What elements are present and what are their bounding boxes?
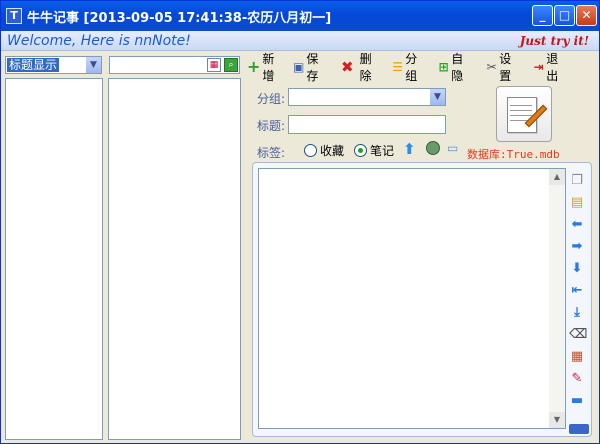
note-radio[interactable] [354, 144, 367, 157]
globe-icon[interactable] [426, 141, 440, 155]
exit-label: 退出 [546, 52, 559, 83]
search-go-icon[interactable]: ⌕ [224, 58, 238, 72]
upload-arrow-icon[interactable]: ⬆ [403, 140, 416, 158]
exit-icon: ⇥ [533, 60, 544, 74]
favorite-radio-label: 收藏 [320, 144, 345, 158]
plus-icon: + [247, 57, 261, 76]
auto-hide-button[interactable]: ⊞ 自隐 [438, 52, 468, 83]
notepad-logo-icon [496, 86, 552, 142]
note-editor-panel: ▲ ▼ ❐ ▤ ⬅ ➡ ⬇ ⇤ ⤓ ⌫ ▦ ✎ ▬ [252, 162, 592, 437]
settings-label: 设置 [499, 52, 512, 83]
scroll-down-icon[interactable]: ▼ [549, 412, 565, 428]
note-content-textarea[interactable]: ▲ ▼ [258, 168, 566, 429]
chevron-down-icon[interactable]: ▼ [429, 89, 445, 105]
auto-hide-label: 自隐 [451, 52, 464, 83]
save-button[interactable]: ▣ 保存 [293, 52, 323, 83]
title-bar[interactable]: T 牛牛记事 [2013-09-05 17:41:38-农历八月初一] _ □ … [1, 1, 599, 31]
radio-selected-dot [358, 148, 363, 153]
group-field-label: 分组: [257, 92, 286, 106]
notepad-line [510, 110, 532, 111]
first-icon[interactable]: ⇤ [569, 283, 585, 299]
add-label: 新增 [262, 52, 275, 83]
arrow-down-icon[interactable]: ⬇ [569, 261, 585, 277]
add-button[interactable]: + 新增 [247, 52, 277, 83]
slogan-text: Just try it! [519, 34, 589, 48]
group-list-pane[interactable] [5, 78, 103, 440]
editor-scrollbar[interactable]: ▲ ▼ [549, 169, 565, 428]
delete-icon: ✖ [341, 58, 354, 76]
search-input[interactable]: ▦ ⌕ [109, 56, 240, 74]
tag-field-label: 标签: [257, 146, 286, 160]
scroll-up-icon[interactable]: ▲ [549, 169, 565, 185]
delete-button[interactable]: ✖ 删除 [341, 52, 375, 83]
close-button[interactable]: ✕ [576, 5, 597, 26]
app-icon: T [6, 8, 22, 24]
minimize-button[interactable]: _ [532, 5, 553, 26]
editor-side-toolbar: ❐ ▤ ⬅ ➡ ⬇ ⇤ ⤓ ⌫ ▦ ✎ ▬ [569, 173, 587, 415]
calendar-search-icon[interactable]: ▦ [207, 58, 221, 72]
title-input[interactable] [288, 115, 446, 134]
resize-grip-icon[interactable] [569, 424, 589, 434]
window-title: 牛牛记事 [2013-09-05 17:41:38-农历八月初一] [27, 11, 332, 26]
calendar-icon[interactable]: ▦ [569, 349, 585, 365]
auto-hide-icon: ⊞ [438, 60, 449, 74]
notepad-line [510, 105, 532, 106]
welcome-banner: Welcome, Here is nnNote! Just try it! [1, 31, 599, 51]
notepad-line [510, 115, 532, 116]
group-label: 分组 [405, 52, 418, 83]
arrow-left-icon[interactable]: ⬅ [569, 217, 585, 233]
group-select[interactable]: ▼ [288, 88, 446, 106]
comment-icon[interactable]: ▭ [447, 141, 458, 155]
note-radio-label: 笔记 [370, 144, 395, 158]
favorite-radio[interactable] [304, 144, 317, 157]
copy-icon[interactable]: ❐ [569, 173, 585, 189]
delete-label: 删除 [359, 52, 372, 83]
last-icon[interactable]: ⤓ [569, 305, 585, 321]
exit-button[interactable]: ⇥ 退出 [533, 52, 563, 83]
welcome-text: Welcome, Here is nnNote! [7, 33, 191, 49]
paste-icon[interactable]: ▤ [569, 195, 585, 211]
save-icon: ▣ [293, 60, 305, 74]
display-mode-select[interactable]: 标题显示 ▼ [5, 56, 102, 74]
delete-small-icon[interactable]: ⌫ [569, 327, 587, 343]
dropper-icon[interactable]: ✎ [569, 371, 585, 387]
group-icon: ☰ [392, 60, 403, 74]
chevron-down-icon[interactable]: ▼ [85, 57, 101, 73]
settings-button[interactable]: ✂ 设置 [486, 52, 516, 83]
note-list-pane[interactable] [108, 78, 241, 440]
save-label: 保存 [306, 52, 319, 83]
main-window: T 牛牛记事 [2013-09-05 17:41:38-农历八月初一] _ □ … [0, 0, 600, 444]
maximize-button[interactable]: □ [554, 5, 575, 26]
group-button[interactable]: ☰ 分组 [392, 52, 422, 83]
minus-icon[interactable]: ▬ [569, 393, 585, 409]
database-label: 数据库:True.mdb [467, 148, 560, 161]
arrow-right-icon[interactable]: ➡ [569, 239, 585, 255]
tools-icon: ✂ [486, 60, 497, 74]
display-mode-value: 标题显示 [7, 58, 60, 72]
title-field-label: 标题: [257, 119, 286, 133]
